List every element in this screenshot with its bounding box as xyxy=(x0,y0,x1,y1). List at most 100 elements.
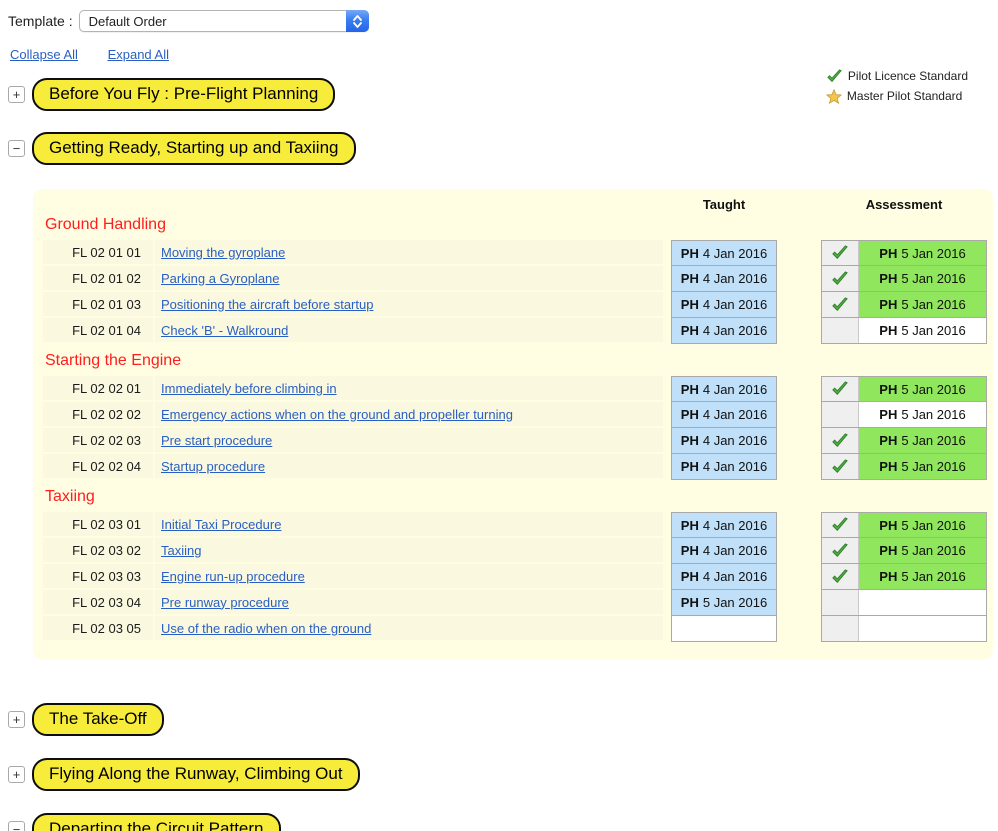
item-link[interactable]: Use of the radio when on the ground xyxy=(161,621,371,636)
collapse-toggle[interactable]: − xyxy=(8,140,25,157)
assessment-check-box[interactable] xyxy=(822,377,859,401)
collapse-all-link[interactable]: Collapse All xyxy=(10,47,78,62)
legend-item-master-pilot: Master Pilot Standard xyxy=(826,86,968,106)
column-headers: Taught Assessment xyxy=(43,195,993,213)
template-select[interactable]: Default Order xyxy=(79,10,369,32)
assessment-date-cell[interactable]: PH5 Jan 2016 xyxy=(859,266,986,291)
item-link[interactable]: Parking a Gyroplane xyxy=(161,271,280,286)
expand-toggle[interactable]: + xyxy=(8,86,25,103)
assessment-check-box[interactable] xyxy=(822,318,859,343)
assessment-check-box[interactable] xyxy=(822,241,859,265)
assessment-date-cell[interactable]: PH5 Jan 2016 xyxy=(859,377,986,401)
item-link[interactable]: Pre runway procedure xyxy=(161,595,289,610)
taught-cell[interactable]: PH4 Jan 2016 xyxy=(671,453,777,480)
taught-cell[interactable]: PH4 Jan 2016 xyxy=(671,240,777,266)
table-row: FL 02 01 01 Moving the gyroplane PH4 Jan… xyxy=(43,240,993,266)
assessment-cell[interactable]: PH5 Jan 2016 xyxy=(821,401,987,428)
assessment-cell[interactable] xyxy=(821,589,987,616)
taught-cell[interactable] xyxy=(671,615,777,642)
group-rows: FL 02 01 01 Moving the gyroplane PH4 Jan… xyxy=(43,240,993,344)
item-link[interactable]: Immediately before climbing in xyxy=(161,381,337,396)
assessment-cell[interactable]: PH5 Jan 2016 xyxy=(821,265,987,292)
taught-cell[interactable]: PH4 Jan 2016 xyxy=(671,291,777,318)
assessment-cell[interactable]: PH5 Jan 2016 xyxy=(821,537,987,564)
green-check-icon xyxy=(826,69,843,84)
section-departing-circuit: − Departing the Circuit Pattern xyxy=(8,813,998,831)
item-link[interactable]: Startup procedure xyxy=(161,459,265,474)
assessment-date-cell[interactable]: PH5 Jan 2016 xyxy=(859,318,986,343)
table-row: FL 02 02 01 Immediately before climbing … xyxy=(43,376,993,402)
taught-cell[interactable]: PH4 Jan 2016 xyxy=(671,537,777,564)
assessment-cell[interactable] xyxy=(821,615,987,642)
assessment-date-cell[interactable]: PH5 Jan 2016 xyxy=(859,454,986,479)
expand-all-link[interactable]: Expand All xyxy=(108,47,169,62)
section-title-button[interactable]: The Take-Off xyxy=(32,703,164,736)
item-link[interactable]: Moving the gyroplane xyxy=(161,245,285,260)
assessment-cell[interactable]: PH5 Jan 2016 xyxy=(821,291,987,318)
item-title-cell: Use of the radio when on the ground xyxy=(155,616,663,642)
section-title-button[interactable]: Getting Ready, Starting up and Taxiing xyxy=(32,132,356,165)
gold-star-icon xyxy=(826,89,842,104)
assessment-date-cell[interactable]: PH5 Jan 2016 xyxy=(859,564,986,589)
assessment-date-cell[interactable]: PH5 Jan 2016 xyxy=(859,538,986,563)
assessment-check-box[interactable] xyxy=(822,292,859,317)
green-check-icon xyxy=(831,517,849,533)
section-title-button[interactable]: Before You Fly : Pre-Flight Planning xyxy=(32,78,335,111)
taught-cell[interactable]: PH4 Jan 2016 xyxy=(671,317,777,344)
table-row: FL 02 03 05 Use of the radio when on the… xyxy=(43,616,993,642)
item-link[interactable]: Pre start procedure xyxy=(161,433,272,448)
assessment-check-box[interactable] xyxy=(822,538,859,563)
legend: Pilot Licence Standard Master Pilot Stan… xyxy=(826,66,968,106)
assessment-cell[interactable]: PH5 Jan 2016 xyxy=(821,317,987,344)
assessment-cell[interactable]: PH5 Jan 2016 xyxy=(821,512,987,538)
item-link[interactable]: Emergency actions when on the ground and… xyxy=(161,407,513,422)
assessment-date-cell[interactable]: PH5 Jan 2016 xyxy=(859,241,986,265)
assessment-cell[interactable]: PH5 Jan 2016 xyxy=(821,453,987,480)
table-row: FL 02 03 03 Engine run-up procedure PH4 … xyxy=(43,564,993,590)
taught-cell[interactable]: PH4 Jan 2016 xyxy=(671,265,777,292)
taught-cell[interactable]: PH4 Jan 2016 xyxy=(671,401,777,428)
table-row: FL 02 01 04 Check 'B' - Walkround PH4 Ja… xyxy=(43,318,993,344)
collapse-toggle[interactable]: − xyxy=(8,821,25,831)
taught-cell[interactable]: PH4 Jan 2016 xyxy=(671,376,777,402)
assessment-date-cell[interactable]: PH5 Jan 2016 xyxy=(859,513,986,537)
assessment-check-box[interactable] xyxy=(822,402,859,427)
assessment-check-box[interactable] xyxy=(822,513,859,537)
assessment-check-box[interactable] xyxy=(822,428,859,453)
taught-cell[interactable]: PH4 Jan 2016 xyxy=(671,427,777,454)
assessment-cell[interactable]: PH5 Jan 2016 xyxy=(821,240,987,266)
item-code: FL 02 02 01 xyxy=(43,376,155,402)
assessment-date-cell[interactable]: PH5 Jan 2016 xyxy=(859,402,986,427)
assessment-cell[interactable]: PH5 Jan 2016 xyxy=(821,427,987,454)
assessment-date-cell[interactable] xyxy=(859,616,986,641)
assessment-cell[interactable]: PH5 Jan 2016 xyxy=(821,563,987,590)
expand-toggle[interactable]: + xyxy=(8,711,25,728)
template-label: Template : xyxy=(8,13,73,29)
assessment-date-cell[interactable]: PH5 Jan 2016 xyxy=(859,292,986,317)
item-link[interactable]: Engine run-up procedure xyxy=(161,569,305,584)
item-code: FL 02 02 03 xyxy=(43,428,155,454)
assessment-check-box[interactable] xyxy=(822,590,859,615)
taught-cell[interactable]: PH4 Jan 2016 xyxy=(671,512,777,538)
section-title-button[interactable]: Flying Along the Runway, Climbing Out xyxy=(32,758,360,791)
green-check-icon xyxy=(831,459,849,475)
item-title-cell: Emergency actions when on the ground and… xyxy=(155,402,663,428)
taught-cell[interactable]: PH5 Jan 2016 xyxy=(671,589,777,616)
taught-cell[interactable]: PH4 Jan 2016 xyxy=(671,563,777,590)
expand-toggle[interactable]: + xyxy=(8,766,25,783)
item-link[interactable]: Positioning the aircraft before startup xyxy=(161,297,373,312)
assessment-check-box[interactable] xyxy=(822,454,859,479)
select-stepper-icon[interactable] xyxy=(346,10,369,32)
section-title-button[interactable]: Departing the Circuit Pattern xyxy=(32,813,281,831)
assessment-date-cell[interactable]: PH5 Jan 2016 xyxy=(859,428,986,453)
assessment-cell[interactable]: PH5 Jan 2016 xyxy=(821,376,987,402)
assessment-check-box[interactable] xyxy=(822,266,859,291)
assessment-column-header: Assessment xyxy=(821,197,987,212)
item-title-cell: Moving the gyroplane xyxy=(155,240,663,266)
item-link[interactable]: Initial Taxi Procedure xyxy=(161,517,281,532)
item-link[interactable]: Check 'B' - Walkround xyxy=(161,323,288,338)
item-link[interactable]: Taxiing xyxy=(161,543,201,558)
assessment-date-cell[interactable] xyxy=(859,590,986,615)
assessment-check-box[interactable] xyxy=(822,616,859,641)
assessment-check-box[interactable] xyxy=(822,564,859,589)
